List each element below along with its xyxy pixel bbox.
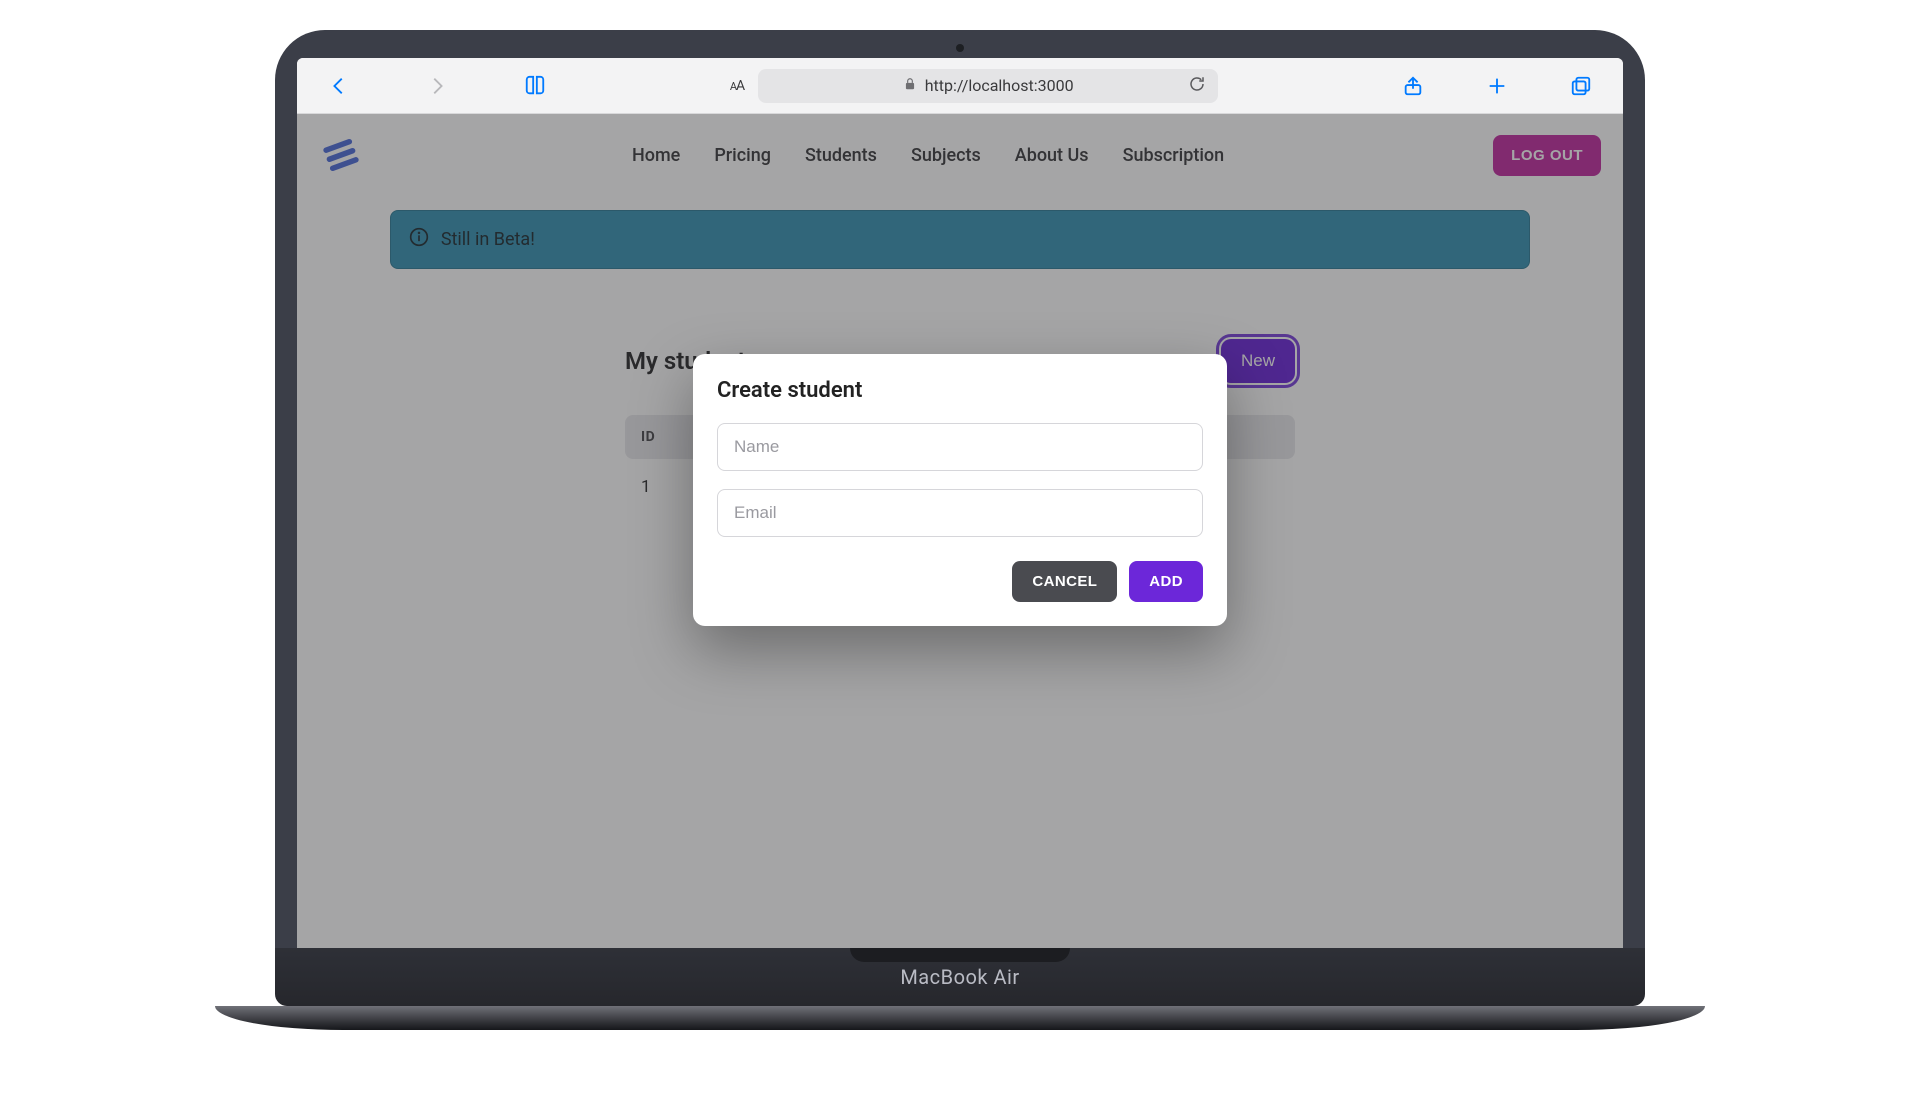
new-tab-icon[interactable] bbox=[1483, 72, 1511, 100]
forward-icon[interactable] bbox=[423, 72, 451, 100]
address-bar[interactable]: http://localhost:3000 bbox=[758, 69, 1218, 103]
device-label: MacBook Air bbox=[900, 965, 1019, 989]
laptop-base: MacBook Air bbox=[275, 948, 1645, 1006]
text-size-control[interactable]: AA bbox=[730, 78, 744, 94]
add-button[interactable]: ADD bbox=[1129, 561, 1203, 602]
modal-title: Create student bbox=[717, 378, 1203, 403]
laptop-frame: AA http://localhost:3000 bbox=[275, 30, 1645, 1030]
share-icon[interactable] bbox=[1399, 72, 1427, 100]
reload-icon[interactable] bbox=[1188, 75, 1206, 97]
create-student-modal: Create student CANCEL ADD bbox=[693, 354, 1227, 626]
lock-icon bbox=[903, 76, 917, 95]
laptop-notch bbox=[850, 948, 1070, 962]
browser-toolbar: AA http://localhost:3000 bbox=[297, 58, 1623, 114]
laptop-screen: AA http://localhost:3000 bbox=[297, 58, 1623, 948]
laptop-camera bbox=[956, 44, 964, 52]
reading-list-icon[interactable] bbox=[521, 72, 549, 100]
tabs-icon[interactable] bbox=[1567, 72, 1595, 100]
back-icon[interactable] bbox=[325, 72, 353, 100]
url-text: http://localhost:3000 bbox=[925, 76, 1074, 95]
name-input[interactable] bbox=[717, 423, 1203, 471]
laptop-bezel: AA http://localhost:3000 bbox=[275, 30, 1645, 948]
email-input[interactable] bbox=[717, 489, 1203, 537]
page: Home Pricing Students Subjects About Us … bbox=[297, 114, 1623, 948]
cancel-button[interactable]: CANCEL bbox=[1012, 561, 1117, 602]
laptop-foot bbox=[215, 1006, 1705, 1030]
